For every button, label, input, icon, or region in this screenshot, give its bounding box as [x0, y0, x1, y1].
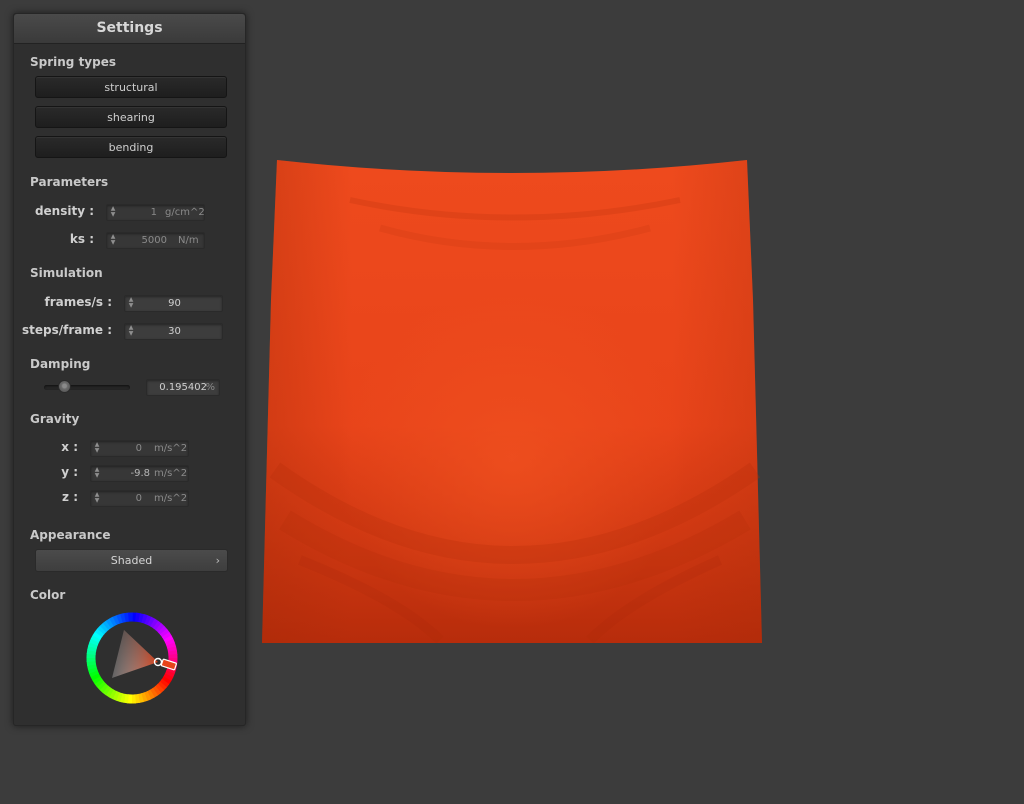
gravity-z-unit: m/s^2 [154, 491, 187, 506]
density-label: density : [14, 204, 94, 218]
steps-field[interactable]: ▲▼ 30 [124, 323, 223, 340]
color-wheel[interactable] [86, 612, 178, 704]
gravity-y-field[interactable]: ▲▼ -9.8 m/s^2 [90, 465, 189, 482]
gravity-x-value: 0 [136, 441, 142, 456]
damping-field[interactable]: 0.195402 % [146, 379, 220, 396]
gravity-y-value: -9.8 [130, 466, 150, 481]
spinner-arrows-icon[interactable]: ▲▼ [110, 206, 116, 219]
gravity-y-unit: m/s^2 [154, 466, 187, 481]
gravity-label: Gravity [30, 412, 79, 426]
gravity-y-label: y : [14, 465, 78, 479]
shearing-button[interactable]: shearing [35, 106, 227, 128]
gravity-z-value: 0 [136, 491, 142, 506]
spring-types-label: Spring types [30, 55, 116, 69]
spinner-arrows-icon[interactable]: ▲▼ [94, 492, 100, 505]
fps-value: 90 [125, 296, 224, 311]
damping-value: 0.195402 [159, 380, 207, 395]
gravity-x-unit: m/s^2 [154, 441, 187, 456]
panel-title[interactable]: Settings [14, 14, 245, 44]
gravity-x-label: x : [14, 440, 78, 454]
density-unit: g/cm^2 [165, 205, 205, 220]
ks-value: 5000 [142, 233, 167, 248]
bending-button[interactable]: bending [35, 136, 227, 158]
ks-field[interactable]: ▲▼ 5000 N/m [106, 232, 205, 249]
appearance-selected: Shaded [111, 554, 152, 567]
saturation-value-triangle[interactable] [112, 630, 158, 678]
damping-label: Damping [30, 357, 90, 371]
spinner-arrows-icon[interactable]: ▲▼ [94, 467, 100, 480]
appearance-dropdown[interactable]: Shaded › [35, 549, 228, 572]
steps-label: steps/frame : [14, 323, 112, 337]
gravity-x-field[interactable]: ▲▼ 0 m/s^2 [90, 440, 189, 457]
fps-label: frames/s : [14, 295, 112, 309]
spinner-arrows-icon[interactable]: ▲▼ [94, 442, 100, 455]
spinner-arrows-icon[interactable]: ▲▼ [110, 234, 116, 247]
chevron-right-icon: › [216, 550, 220, 571]
damping-slider-handle[interactable] [58, 380, 71, 393]
damping-slider-track[interactable] [44, 385, 130, 390]
structural-button[interactable]: structural [35, 76, 227, 98]
density-field[interactable]: ▲▼ 1 g/cm^2 [106, 204, 205, 221]
color-label: Color [30, 588, 65, 602]
parameters-label: Parameters [30, 175, 108, 189]
damping-unit: % [205, 380, 215, 395]
steps-value: 30 [125, 324, 224, 339]
settings-panel: Settings Spring types structural shearin… [13, 13, 246, 726]
ks-label: ks : [14, 232, 94, 246]
appearance-label: Appearance [30, 528, 111, 542]
density-value: 1 [151, 205, 157, 220]
gravity-z-field[interactable]: ▲▼ 0 m/s^2 [90, 490, 189, 507]
gravity-z-label: z : [14, 490, 78, 504]
fps-field[interactable]: ▲▼ 90 [124, 295, 223, 312]
ks-unit: N/m [178, 233, 199, 248]
simulation-label: Simulation [30, 266, 103, 280]
